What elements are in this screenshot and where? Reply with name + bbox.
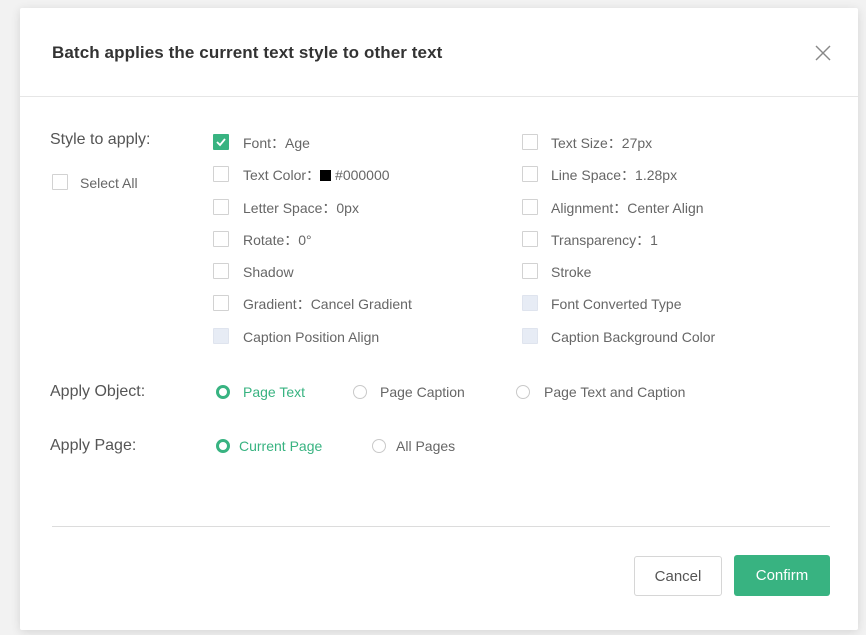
page-text-and-caption-radio[interactable] — [516, 385, 530, 399]
dialog-header: Batch applies the current text style to … — [20, 8, 858, 97]
rotate-checkbox[interactable] — [213, 231, 229, 247]
shadow-option-label: Shadow — [243, 264, 294, 280]
shadow-checkbox[interactable] — [213, 263, 229, 279]
current-page-radio[interactable] — [216, 439, 230, 453]
letter-space-option-label: Letter Space：0px — [243, 200, 359, 216]
alignment-checkbox[interactable] — [522, 199, 538, 215]
text-color-option-label: Text Color： — [243, 167, 321, 183]
font-checkbox[interactable] — [213, 134, 229, 150]
line-space-option-label: Line Space：1.28px — [551, 167, 678, 183]
batch-style-dialog: Batch applies the current text style to … — [20, 8, 858, 630]
text-size-checkbox[interactable] — [522, 134, 538, 150]
font-converted-type-checkbox — [522, 295, 538, 311]
color-swatch-icon — [320, 170, 332, 181]
page-caption-label[interactable]: Page Caption — [380, 383, 465, 401]
apply-object-label: Apply Object: — [50, 383, 146, 400]
page-text-label[interactable]: Page Text — [243, 383, 305, 401]
select-all-label: Select All — [80, 175, 138, 191]
close-icon[interactable] — [812, 42, 834, 64]
all-pages-label[interactable]: All Pages — [396, 437, 455, 455]
caption-background-color-label: Caption Background Color — [551, 329, 716, 345]
caption-background-color-checkbox — [522, 328, 538, 344]
transparency-checkbox[interactable] — [522, 231, 538, 247]
alignment-option-label: Alignment：Center Align — [551, 200, 704, 216]
letter-space-checkbox[interactable] — [213, 199, 229, 215]
text-size-option-label: Text Size：27px — [551, 135, 653, 151]
text-color-checkbox[interactable] — [213, 166, 229, 182]
gradient-checkbox[interactable] — [213, 295, 229, 311]
all-pages-radio[interactable] — [372, 439, 386, 453]
page-text-radio[interactable] — [216, 385, 230, 399]
font-option-label: Font：Age — [243, 135, 310, 151]
transparency-option-label: Transparency：1 — [551, 232, 658, 248]
stroke-option-label: Stroke — [551, 264, 592, 280]
select-all-checkbox[interactable] — [52, 174, 68, 190]
text-color-option: Text Color： #000000 — [243, 166, 390, 184]
caption-position-align-label: Caption Position Align — [243, 329, 380, 345]
page-caption-radio[interactable] — [353, 385, 367, 399]
caption-position-align-checkbox — [213, 328, 229, 344]
font-converted-type-label: Font Converted Type — [551, 296, 682, 312]
current-page-label[interactable]: Current Page — [239, 437, 322, 455]
stroke-checkbox[interactable] — [522, 263, 538, 279]
text-color-value: #000000 — [335, 167, 390, 183]
confirm-button[interactable]: Confirm — [734, 555, 830, 596]
page-text-and-caption-label[interactable]: Page Text and Caption — [544, 383, 685, 401]
line-space-checkbox[interactable] — [522, 166, 538, 182]
footer-divider — [52, 526, 830, 527]
dialog-title: Batch applies the current text style to … — [52, 43, 443, 62]
apply-page-label: Apply Page: — [50, 437, 137, 454]
style-to-apply-label: Style to apply: — [50, 131, 151, 148]
rotate-option-label: Rotate：0° — [243, 232, 312, 248]
cancel-button[interactable]: Cancel — [634, 556, 722, 596]
gradient-option-label: Gradient：Cancel Gradient — [243, 296, 412, 312]
